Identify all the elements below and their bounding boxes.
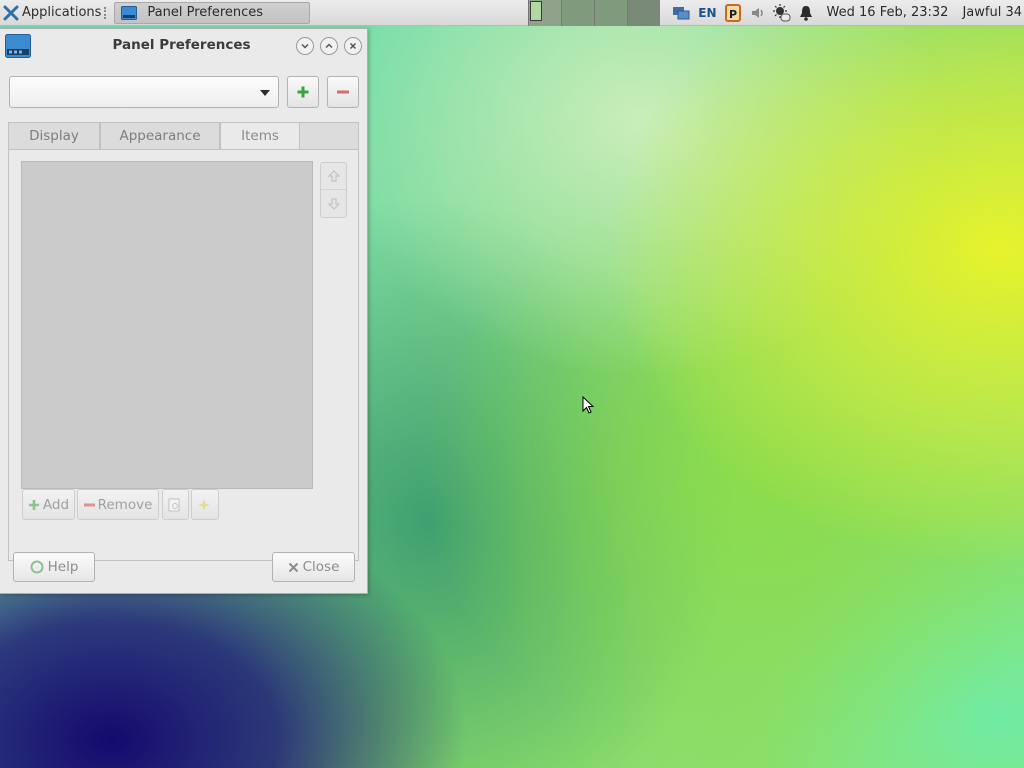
panel-preferences-window: Panel Preferences Display Appearance Ite… — [0, 28, 368, 594]
close-button[interactable]: Close — [272, 552, 355, 582]
add-item-button[interactable]: Add — [22, 489, 75, 520]
chevron-up-icon — [325, 43, 333, 49]
network-icon[interactable] — [672, 0, 690, 26]
workspace-window-thumb — [530, 0, 543, 21]
system-tray: EN P Wed 16 Feb, 23:32 Jawful 34 — [668, 0, 1024, 26]
panel-select-dropdown[interactable] — [9, 76, 279, 108]
move-item-up-button[interactable] — [321, 163, 346, 190]
workspace-4[interactable] — [627, 0, 661, 26]
window-titlebar[interactable]: Panel Preferences — [0, 29, 367, 63]
close-window-button[interactable] — [344, 37, 362, 55]
clock[interactable]: Wed 16 Feb, 23:32 — [827, 5, 949, 20]
panel-preferences-icon — [121, 5, 138, 20]
item-preferences-button[interactable] — [162, 489, 189, 520]
minus-icon — [83, 503, 95, 506]
workspace-1[interactable] — [528, 0, 562, 26]
top-panel: Applications Panel Preferences EN P Wed … — [0, 0, 1024, 26]
arrow-up-icon — [327, 170, 340, 182]
star-icon — [197, 498, 210, 511]
workspace-3[interactable] — [594, 0, 628, 26]
add-item-label: Add — [42, 496, 70, 513]
help-lifebuoy-icon — [30, 560, 44, 574]
mouse-pointer-icon — [582, 396, 595, 414]
taskbar-window-button[interactable]: Panel Preferences — [114, 1, 311, 24]
close-icon — [349, 42, 357, 50]
weather-icon[interactable] — [772, 0, 791, 26]
tab-display[interactable]: Display — [8, 122, 100, 150]
taskbar-window-title: Panel Preferences — [147, 5, 264, 20]
tab-appearance[interactable]: Appearance — [100, 122, 220, 150]
help-label: Help — [47, 559, 79, 575]
notification-bell-icon[interactable] — [799, 0, 813, 26]
item-about-button[interactable] — [191, 489, 219, 520]
close-icon — [288, 562, 298, 572]
panel-items-list[interactable] — [21, 161, 313, 489]
plus-icon — [28, 499, 39, 510]
tab-items[interactable]: Items — [220, 122, 300, 150]
xfce-x-icon — [3, 5, 19, 20]
workspace-2[interactable] — [561, 0, 595, 26]
workspace-switcher[interactable] — [528, 0, 661, 26]
maximize-button[interactable] — [320, 37, 338, 55]
minus-icon — [337, 90, 349, 94]
add-panel-button[interactable] — [287, 76, 319, 108]
help-button[interactable]: Help — [13, 552, 95, 582]
chevron-down-icon — [301, 43, 309, 49]
remove-item-label: Remove — [97, 496, 153, 513]
items-tab-panel: Add Remove — [8, 149, 359, 561]
clipboard-icon[interactable]: P — [724, 0, 741, 26]
applications-label: Applications — [22, 5, 102, 20]
clipboard-letter: P — [729, 8, 737, 21]
plus-icon — [297, 86, 309, 98]
panel-selector-row — [9, 76, 359, 108]
move-item-down-button[interactable] — [321, 190, 346, 217]
keyboard-layout-indicator[interactable]: EN — [698, 0, 716, 26]
tab-bar: Display Appearance Items — [8, 122, 359, 150]
dropdown-arrow-icon — [260, 90, 270, 96]
close-label: Close — [302, 559, 340, 575]
tab-bar-filler — [300, 122, 359, 150]
arrow-down-icon — [327, 197, 340, 210]
document-properties-icon — [168, 498, 180, 511]
volume-icon[interactable] — [749, 0, 765, 26]
applications-menu-button[interactable]: Applications — [0, 0, 112, 26]
item-order-buttons — [320, 162, 347, 218]
panel-grip-handle — [104, 6, 108, 19]
user-menu[interactable]: Jawful 34 — [962, 5, 1022, 20]
remove-item-button[interactable]: Remove — [77, 489, 159, 520]
remove-panel-button[interactable] — [327, 76, 359, 108]
minimize-button[interactable] — [296, 37, 314, 55]
